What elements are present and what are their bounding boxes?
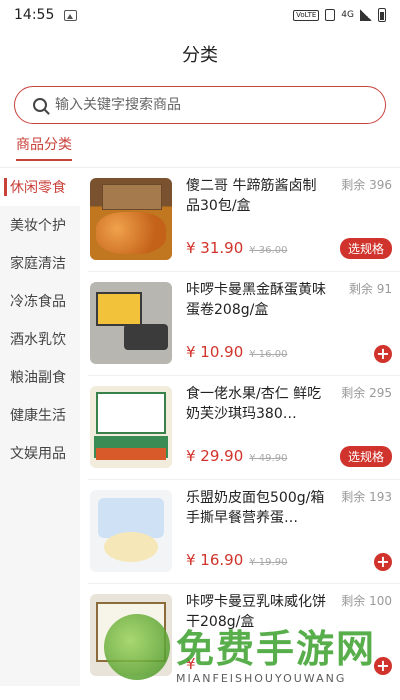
signal-icon bbox=[360, 9, 372, 21]
product-card[interactable]: 乐盟奶皮面包500g/箱 手撕早餐营养蛋… 剩余 193 ¥ 16.90 ¥ 19… bbox=[88, 480, 400, 584]
product-image[interactable] bbox=[90, 490, 172, 572]
product-name: 咔啰卡曼黑金酥蛋黄味蛋卷208g/盒 bbox=[186, 282, 326, 318]
product-card[interactable]: 咔啰卡曼豆乳味威化饼干208g/盒 剩余 100 ¥ + bbox=[88, 584, 400, 686]
select-spec-button[interactable]: 选规格 bbox=[339, 238, 392, 259]
vibrate-icon bbox=[325, 9, 336, 21]
product-price: ¥ 29.90 ¥ 49.90 bbox=[186, 447, 287, 465]
search-icon bbox=[33, 98, 47, 112]
sidebar-item-cleaning[interactable]: 家庭清洁 bbox=[0, 244, 80, 282]
status-time: 14:55 bbox=[14, 7, 55, 23]
battery-icon bbox=[378, 8, 386, 22]
old-price: ¥ 16.00 bbox=[249, 349, 288, 360]
image-icon bbox=[64, 9, 78, 21]
page-header: 分类 bbox=[0, 30, 400, 78]
status-bar: 14:55 VoLTE 4G bbox=[0, 0, 400, 30]
network-label: 4G bbox=[341, 10, 354, 20]
product-card[interactable]: 食一佬水果/杏仁 鲜吃奶芙沙琪玛380… 剩余 295 ¥ 29.90 ¥ 49.… bbox=[88, 376, 400, 480]
old-price: ¥ 36.00 bbox=[249, 245, 288, 256]
product-name: 乐盟奶皮面包500g/箱 手撕早餐营养蛋… bbox=[186, 490, 325, 526]
product-name: 咔啰卡曼豆乳味威化饼干208g/盒 bbox=[186, 594, 326, 630]
product-stock: 剩余 193 bbox=[341, 490, 392, 504]
product-name: 食一佬水果/杏仁 鲜吃奶芙沙琪玛380… bbox=[186, 386, 322, 422]
product-card[interactable]: 咔啰卡曼黑金酥蛋黄味蛋卷208g/盒 剩余 91 ¥ 10.90 ¥ 16.00 … bbox=[88, 272, 400, 376]
product-price: ¥ bbox=[186, 655, 202, 673]
sidebar-item-drinks[interactable]: 酒水乳饮 bbox=[0, 320, 80, 358]
content-body: 休闲零食 美妆个护 家庭清洁 冷冻食品 酒水乳饮 粮油副食 健康生活 文娱用品 … bbox=[0, 168, 400, 686]
category-tab-row: 商品分类 bbox=[0, 124, 400, 168]
tab-underline bbox=[16, 159, 72, 161]
search-input[interactable] bbox=[55, 97, 385, 113]
select-spec-button[interactable]: 选规格 bbox=[339, 446, 392, 467]
product-stock: 剩余 100 bbox=[341, 594, 392, 608]
old-price: ¥ 19.90 bbox=[249, 557, 288, 568]
search-wrap bbox=[0, 78, 400, 124]
sidebar-item-beauty[interactable]: 美妆个护 bbox=[0, 206, 80, 244]
product-price: ¥ 10.90 ¥ 16.00 bbox=[186, 343, 287, 361]
product-image[interactable] bbox=[90, 282, 172, 364]
sidebar-item-health[interactable]: 健康生活 bbox=[0, 396, 80, 434]
page-title: 分类 bbox=[182, 45, 218, 66]
price-value: ¥ 16.90 bbox=[186, 551, 244, 569]
product-image[interactable] bbox=[90, 178, 172, 260]
tab-product-category[interactable]: 商品分类 bbox=[16, 134, 72, 154]
product-image[interactable] bbox=[90, 594, 172, 676]
product-stock: 剩余 295 bbox=[341, 386, 392, 400]
price-value: ¥ 29.90 bbox=[186, 447, 244, 465]
category-sidebar: 休闲零食 美妆个护 家庭清洁 冷冻食品 酒水乳饮 粮油副食 健康生活 文娱用品 bbox=[0, 168, 80, 686]
product-price: ¥ 16.90 ¥ 19.90 bbox=[186, 551, 287, 569]
product-list: 傻二哥 牛蹄筋酱卤制品30包/盒 剩余 396 ¥ 31.90 ¥ 36.00 选… bbox=[80, 168, 400, 686]
product-stock: 剩余 396 bbox=[341, 178, 392, 192]
add-to-cart-button[interactable]: + bbox=[374, 553, 392, 571]
product-price: ¥ 31.90 ¥ 36.00 bbox=[186, 239, 287, 257]
add-to-cart-button[interactable]: + bbox=[374, 657, 392, 675]
sidebar-item-grocery[interactable]: 粮油副食 bbox=[0, 358, 80, 396]
volte-icon: VoLTE bbox=[293, 9, 320, 21]
sidebar-item-stationery[interactable]: 文娱用品 bbox=[0, 434, 80, 472]
price-value: ¥ 10.90 bbox=[186, 343, 244, 361]
product-image[interactable] bbox=[90, 386, 172, 468]
product-name: 傻二哥 牛蹄筋酱卤制品30包/盒 bbox=[186, 178, 317, 214]
product-card[interactable]: 傻二哥 牛蹄筋酱卤制品30包/盒 剩余 396 ¥ 31.90 ¥ 36.00 选… bbox=[88, 168, 400, 272]
price-value: ¥ 31.90 bbox=[186, 239, 244, 257]
sidebar-item-frozen[interactable]: 冷冻食品 bbox=[0, 282, 80, 320]
search-bar[interactable] bbox=[14, 86, 386, 124]
add-to-cart-button[interactable]: + bbox=[374, 345, 392, 363]
product-stock: 剩余 91 bbox=[348, 282, 392, 296]
price-value: ¥ bbox=[186, 655, 196, 673]
sidebar-item-snacks[interactable]: 休闲零食 bbox=[0, 168, 80, 206]
old-price: ¥ 49.90 bbox=[249, 453, 288, 464]
